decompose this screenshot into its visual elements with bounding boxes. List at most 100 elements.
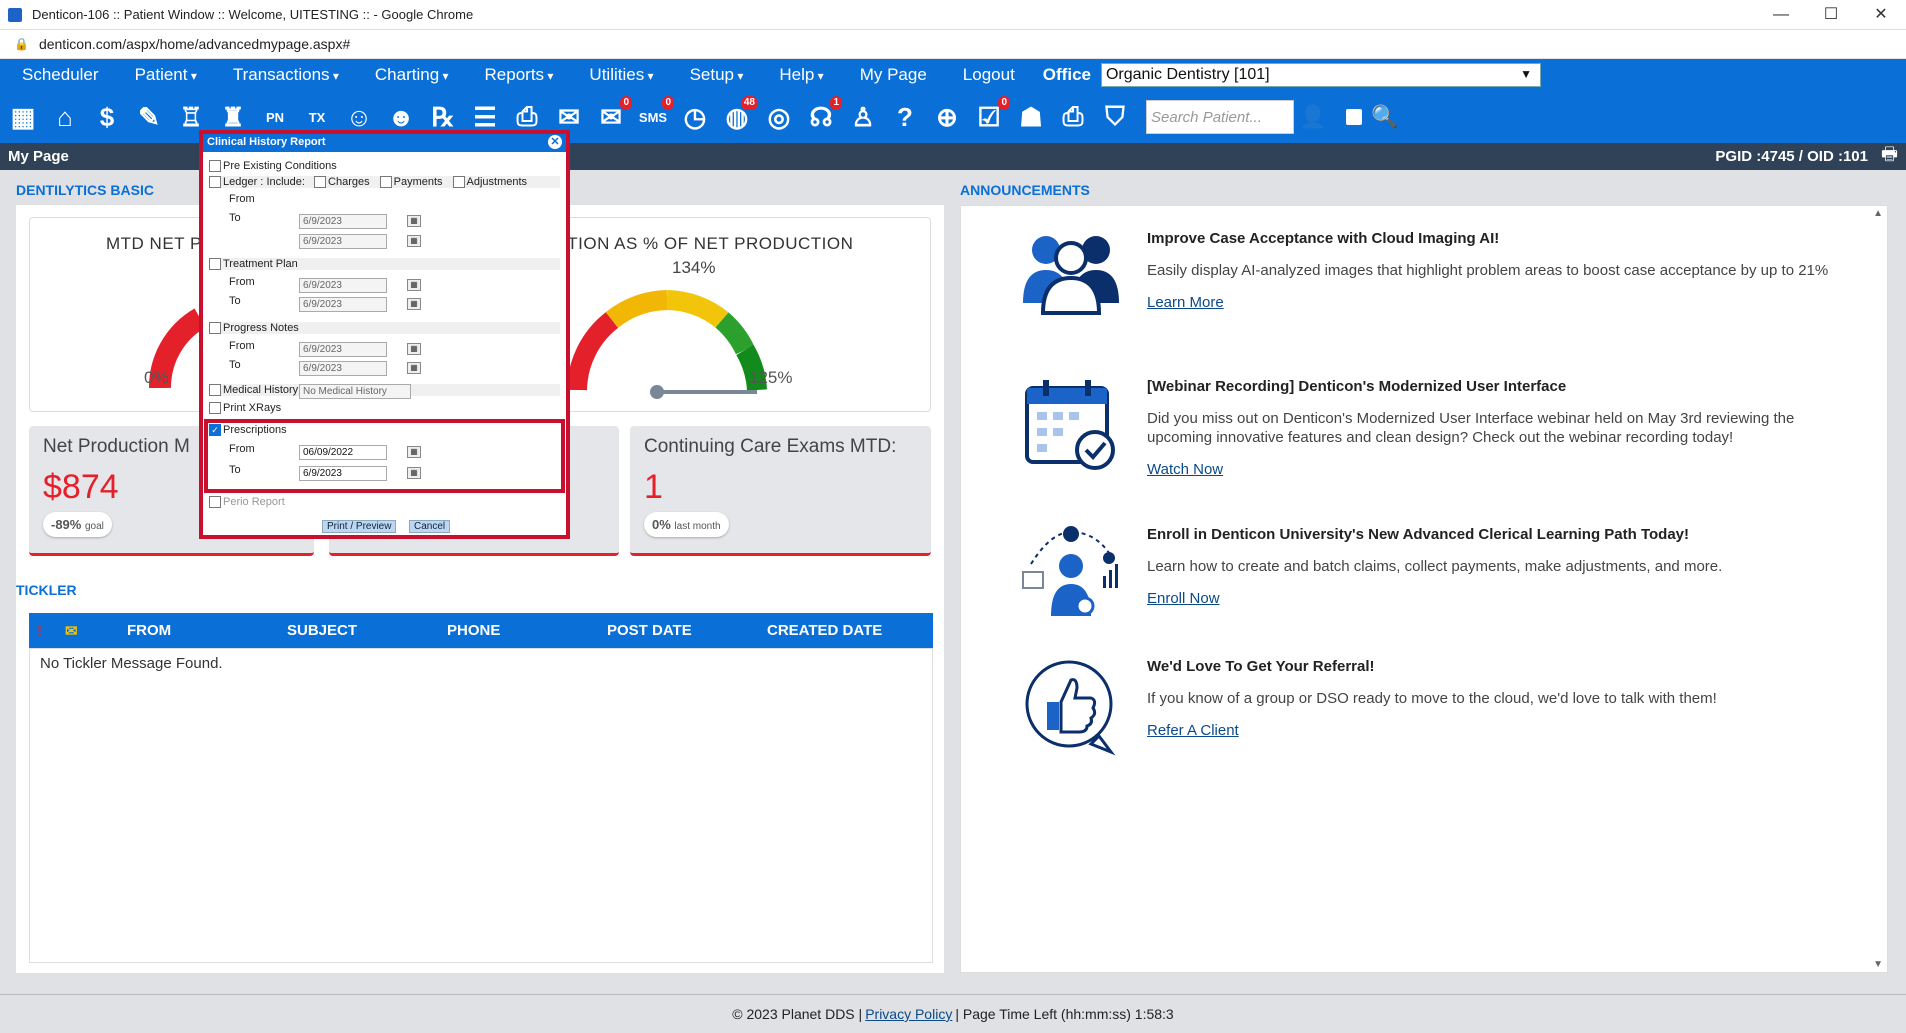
column-header-post-date[interactable]: POST DATE (607, 622, 755, 639)
shield-icon[interactable]: ⛉ (1096, 98, 1134, 136)
calendar-picker-icon[interactable]: ▦ (407, 467, 421, 479)
clock-icon[interactable]: ◷ (676, 98, 714, 136)
dollar-icon[interactable]: $ (88, 98, 126, 136)
search-patient-icon[interactable]: 👤 (1294, 98, 1332, 136)
office-label: Office (1042, 65, 1091, 84)
menu-reports[interactable]: Reports (463, 65, 568, 85)
tp-to-input[interactable]: 6/9/2023 (299, 297, 387, 312)
calendar-picker-icon[interactable]: ▦ (407, 446, 421, 458)
cancel-button[interactable]: Cancel (409, 520, 451, 533)
menu-help[interactable]: Help (757, 65, 837, 85)
learning-path-icon (1022, 526, 1118, 616)
payments-checkbox[interactable] (379, 176, 392, 188)
enroll-now-link[interactable]: Enroll Now (1147, 590, 1220, 607)
checklist-icon[interactable]: ☑ 0 (970, 96, 1010, 136)
ledger-to-input[interactable]: 6/9/2023 (299, 234, 387, 249)
maximize-icon[interactable]: ☐ (1806, 0, 1856, 30)
to-label: To (229, 295, 241, 307)
copyright: © 2023 Planet DDS | (732, 1006, 863, 1022)
calendar-picker-icon[interactable]: ▦ (407, 362, 421, 374)
menu-scheduler[interactable]: Scheduler (0, 65, 113, 85)
stat-card-continuing-care: Continuing Care Exams MTD: 1 0% last mon… (630, 426, 931, 556)
calendar-picker-icon[interactable]: ▦ (407, 235, 421, 247)
ledger-from-row: From (209, 193, 560, 205)
close-window-icon[interactable]: ✕ (1856, 0, 1906, 30)
sms-icon[interactable]: SMS 0 (634, 96, 674, 136)
headset-icon[interactable]: ☊ 1 (802, 96, 842, 136)
address-bar[interactable]: 🔒 denticon.com/aspx/home/advancedmypage.… (0, 30, 1906, 59)
announcements-title: ANNOUNCEMENTS (960, 182, 1090, 198)
support-icon[interactable]: ◎ (760, 98, 798, 136)
calendar-picker-icon[interactable]: ▦ (407, 343, 421, 355)
pn-to-input[interactable]: 6/9/2023 (299, 361, 387, 376)
pencil-icon[interactable]: ✎ (130, 98, 168, 136)
search-patient-input[interactable]: Search Patient... (1146, 100, 1294, 134)
calendar-picker-icon[interactable]: ▦ (407, 298, 421, 310)
learn-more-link[interactable]: Learn More (1147, 294, 1224, 311)
calendar-check-icon (1025, 380, 1115, 470)
perio-report-row: Perio Report (209, 496, 560, 508)
print-xrays-checkbox[interactable] (209, 402, 221, 414)
adjustments-checkbox[interactable] (452, 176, 465, 188)
column-header-created-date[interactable]: CREATED DATE (767, 622, 915, 639)
stat-value: $874 (43, 468, 119, 506)
perio-report-checkbox[interactable] (209, 496, 221, 508)
medical-history-checkbox[interactable] (209, 384, 221, 396)
minimize-icon[interactable]: — (1756, 0, 1806, 30)
printer-icon[interactable]: ⎙ (1054, 98, 1092, 136)
menu-logout[interactable]: Logout (941, 65, 1029, 85)
pre-existing-checkbox[interactable] (209, 160, 221, 172)
rx-from-input[interactable]: 06/09/2022 (299, 445, 387, 460)
menu-patient[interactable]: Patient (113, 65, 211, 85)
column-header-phone[interactable]: PHONE (447, 622, 595, 639)
office-select[interactable]: Organic Dentistry [101] ▼ (1100, 63, 1541, 87)
privacy-policy-link[interactable]: Privacy Policy (865, 1006, 952, 1022)
column-header-from[interactable]: FROM (127, 622, 275, 639)
advanced-search-icon[interactable]: 🔍 (1366, 98, 1404, 136)
window-controls: — ☐ ✕ (1756, 0, 1906, 30)
ledger-checkbox[interactable] (209, 176, 221, 188)
scroll-up-icon[interactable]: ▲ (1873, 208, 1883, 219)
announcement-heading: Improve Case Acceptance with Cloud Imagi… (1147, 230, 1500, 247)
watch-now-link[interactable]: Watch Now (1147, 461, 1223, 478)
print-page-icon[interactable]: 🖶 (1881, 142, 1898, 172)
tp-from-input[interactable]: 6/9/2023 (299, 278, 387, 293)
office-select-value: Organic Dentistry [101] (1105, 66, 1270, 83)
medical-history-select[interactable]: No Medical History (299, 384, 411, 399)
rx-glyph: ℞ (431, 101, 455, 132)
calendar-icon[interactable]: ▦ (4, 98, 42, 136)
notification-badge: 0 (662, 96, 674, 110)
notification-badge: 0 (998, 96, 1010, 110)
tooth-outline-icon[interactable]: ♙ (844, 98, 882, 136)
scroll-down-icon[interactable]: ▼ (1873, 959, 1883, 970)
pn-from-input[interactable]: 6/9/2023 (299, 342, 387, 357)
charges-checkbox[interactable] (314, 176, 327, 188)
print-preview-button[interactable]: Print / Preview (322, 520, 397, 533)
progress-notes-checkbox[interactable] (209, 322, 221, 334)
menu-transactions[interactable]: Transactions (211, 65, 353, 85)
menu-setup[interactable]: Setup (668, 65, 758, 85)
calendar-picker-icon[interactable]: ▦ (407, 279, 421, 291)
home-icon[interactable]: ⌂ (46, 98, 84, 136)
menu-my-page[interactable]: My Page (838, 65, 941, 85)
message-icon[interactable]: ✉ 0 (592, 96, 632, 136)
group-icon[interactable]: ☗ (1012, 98, 1050, 136)
menu-charting[interactable]: Charting (353, 65, 463, 85)
prescriptions-checkbox[interactable]: ✓ (209, 424, 221, 436)
web-icon[interactable]: ⊕ (928, 98, 966, 136)
announcement-item: Enroll in Denticon University's New Adva… (1147, 526, 1847, 607)
menu-utilities[interactable]: Utilities (567, 65, 667, 85)
rx-to-input[interactable]: 6/9/2023 (299, 466, 387, 481)
treatment-plan-checkbox[interactable] (209, 258, 221, 270)
column-header-subject[interactable]: SUBJECT (287, 622, 435, 639)
priority-flag-icon[interactable]: ! (37, 622, 55, 639)
stat-pill: 0% last month (644, 512, 729, 537)
envelope-icon[interactable]: ✉ (65, 622, 105, 640)
help-book-icon[interactable]: ? (886, 98, 924, 136)
toolbar-checkbox[interactable] (1346, 109, 1362, 125)
close-icon[interactable]: ✕ (548, 135, 562, 149)
url-text[interactable]: denticon.com/aspx/home/advancedmypage.as… (39, 36, 350, 52)
refer-client-link[interactable]: Refer A Client (1147, 722, 1239, 739)
globe-icon[interactable]: ◍ 48 (718, 96, 758, 136)
ledger-row: Ledger : Include: Charges Payments Adjus… (209, 176, 560, 188)
